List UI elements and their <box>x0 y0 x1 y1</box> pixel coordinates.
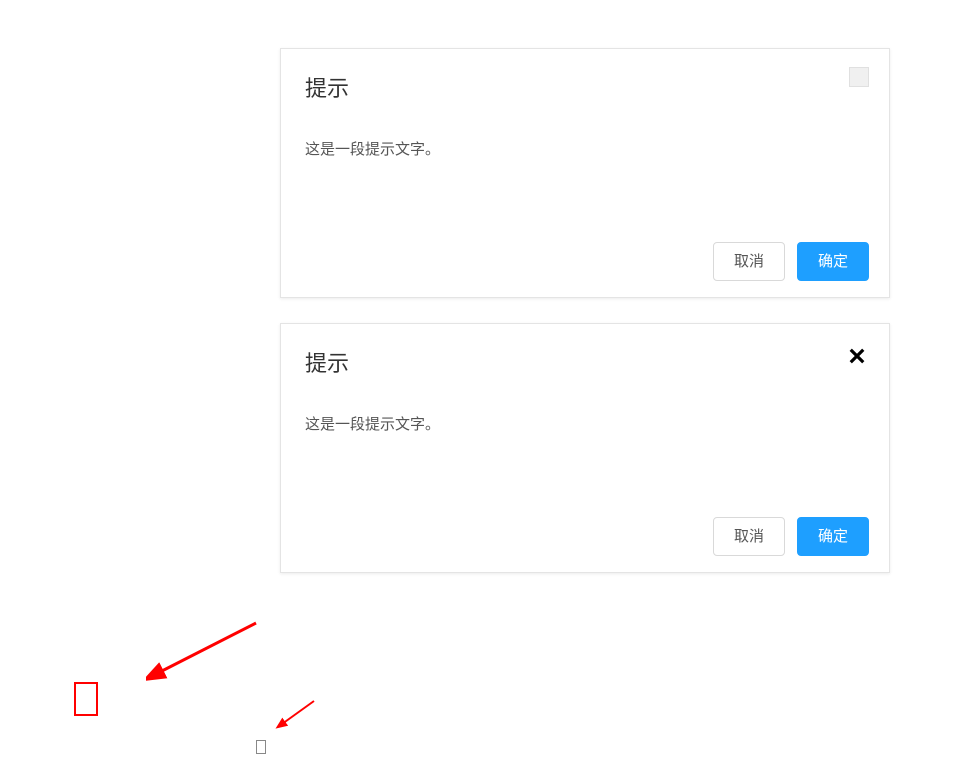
annotation-box-small <box>256 740 266 754</box>
dialog-footer: 取消 确定 <box>713 517 869 556</box>
dialog-title: 提示 <box>305 71 865 103</box>
dialog-message: 这是一段提示文字。 <box>305 413 865 434</box>
close-icon[interactable] <box>845 344 869 368</box>
dialog-header: 提示 <box>281 49 889 103</box>
annotation-box-large <box>74 682 98 716</box>
annotation-arrow-icon <box>146 618 266 688</box>
dialog-message: 这是一段提示文字。 <box>305 138 865 159</box>
confirm-button[interactable]: 确定 <box>797 517 869 556</box>
dialog-body: 这是一段提示文字。 <box>281 378 889 454</box>
dialog-prompt-1: 提示 这是一段提示文字。 取消 确定 <box>280 48 890 298</box>
close-icon[interactable] <box>849 67 869 87</box>
dialog-footer: 取消 确定 <box>713 242 869 281</box>
cancel-button[interactable]: 取消 <box>713 517 785 556</box>
annotation-arrow-icon <box>274 696 324 736</box>
dialog-body: 这是一段提示文字。 <box>281 103 889 179</box>
dialog-title: 提示 <box>305 346 865 378</box>
confirm-button[interactable]: 确定 <box>797 242 869 281</box>
x-icon <box>846 345 868 367</box>
dialog-header: 提示 <box>281 324 889 378</box>
cancel-button[interactable]: 取消 <box>713 242 785 281</box>
dialog-prompt-2: 提示 这是一段提示文字。 取消 确定 <box>280 323 890 573</box>
